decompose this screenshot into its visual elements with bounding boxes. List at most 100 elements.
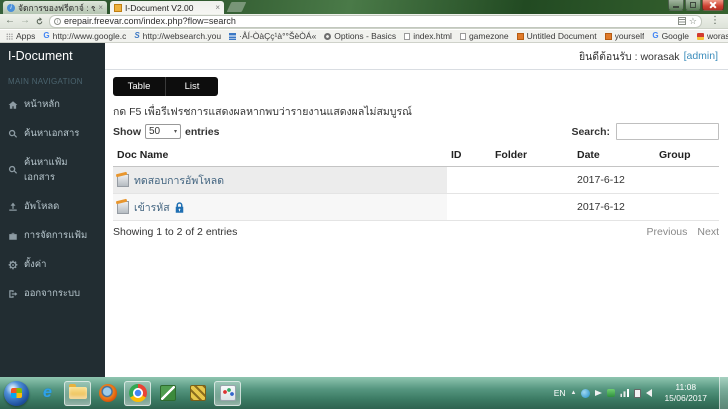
- clock-time: 11:08: [675, 382, 697, 393]
- sidebar-item-logout[interactable]: ออกจากระบบ: [0, 279, 105, 308]
- main-area: ยินดีต้อนรับ : worasak [admin] Table Lis…: [105, 43, 728, 377]
- folder-icon: [68, 384, 87, 399]
- taskbar-chrome-button[interactable]: [124, 380, 151, 406]
- apps-grid-icon: [6, 32, 13, 40]
- page-info-icon[interactable]: i: [54, 17, 61, 25]
- bookmark-item[interactable]: Options - Basics: [324, 31, 396, 41]
- bookmark-item[interactable]: Shttp://websearch.you: [134, 31, 221, 41]
- bookmark-item[interactable]: yourself: [604, 31, 644, 41]
- show-desktop-button[interactable]: [719, 377, 728, 409]
- sidebar-item-search-documents[interactable]: ค้นหาเอกสาร: [0, 119, 105, 148]
- browser-tab-active[interactable]: I-Document V2.00 ×: [110, 1, 224, 14]
- maximize-button[interactable]: [685, 0, 701, 11]
- taskbar-ie-button[interactable]: e: [34, 381, 61, 406]
- close-window-button[interactable]: [702, 0, 724, 11]
- taskbar-clock[interactable]: 11:08 15/06/2017: [657, 382, 714, 403]
- minimize-button[interactable]: [668, 0, 684, 11]
- speaker-icon[interactable]: [646, 389, 653, 397]
- url-text[interactable]: erepair.freevar.com/index.php?flow=searc…: [64, 16, 675, 26]
- screen: i จัดการของฟรีดาจ์ : ชุปภาพป × I-Documen…: [0, 0, 728, 409]
- power-plug-icon[interactable]: [634, 388, 642, 398]
- table-row: เข้ารหัส 2017-6-12: [113, 193, 719, 221]
- next-page-button[interactable]: Next: [697, 226, 719, 238]
- browser-tab-inactive[interactable]: i จัดการของฟรีดาจ์ : ชุปภาพป ×: [3, 1, 107, 14]
- sidebar-item-folder-management[interactable]: การจัดการแฟ้ม: [0, 221, 105, 250]
- close-tab-icon[interactable]: ×: [98, 3, 103, 12]
- translate-icon[interactable]: [677, 17, 686, 25]
- network-signal-icon[interactable]: [620, 389, 630, 397]
- chevron-down-icon: ▾: [173, 129, 177, 135]
- start-button[interactable]: [4, 380, 29, 406]
- search-control: Search:: [571, 123, 719, 140]
- table-controls: Show 50 ▾ entries Search:: [113, 123, 719, 140]
- entries-control: Show 50 ▾ entries: [113, 124, 219, 139]
- document-icon: [117, 173, 129, 187]
- column-header-id[interactable]: ID: [447, 145, 491, 167]
- sidebar-item-settings[interactable]: ตั้งค่า: [0, 250, 105, 279]
- zip-tool-icon: [189, 385, 206, 401]
- taskbar-explorer-button[interactable]: [64, 380, 91, 406]
- entries-select[interactable]: 50 ▾: [145, 124, 181, 139]
- clock-date: 15/06/2017: [664, 393, 707, 403]
- bookmark-item[interactable]: index.html: [404, 31, 452, 41]
- taskbar-firefox-button[interactable]: [94, 381, 121, 406]
- language-indicator[interactable]: EN: [554, 388, 566, 398]
- taskbar-editor-button[interactable]: [154, 381, 181, 406]
- forward-icon[interactable]: →: [20, 16, 30, 26]
- gears-icon: [8, 260, 18, 269]
- bookmark-item[interactable]: worasak.eu5.org / loc: [696, 31, 728, 41]
- document-link[interactable]: เข้ารหัส: [117, 199, 443, 216]
- bookmark-item[interactable]: G Google: [652, 31, 689, 41]
- bookmark-item[interactable]: Ghttp://www.google.c: [43, 31, 126, 41]
- google-favicon-icon: G: [652, 31, 659, 40]
- idocument-favicon-icon: [114, 3, 122, 12]
- taskbar-paint-button[interactable]: [214, 380, 241, 406]
- refresh-icon[interactable]: [35, 16, 44, 26]
- show-label: Show: [113, 125, 141, 138]
- tray-app-icon[interactable]: [581, 388, 591, 398]
- column-header-date[interactable]: Date: [573, 145, 655, 167]
- document-link[interactable]: ทดสอบการอัพโหลด: [117, 172, 443, 189]
- list-view-button[interactable]: List: [166, 77, 218, 96]
- bookmark-star-icon[interactable]: ☆: [689, 16, 697, 26]
- cell-date: 2017-6-12: [573, 166, 655, 194]
- address-bar[interactable]: i erepair.freevar.com/index.php?flow=sea…: [49, 14, 702, 28]
- browser-toolbar: ← → i erepair.freevar.com/index.php?flow…: [0, 14, 728, 29]
- back-icon[interactable]: ←: [5, 16, 15, 26]
- table-footer: Showing 1 to 2 of 2 entries Previous Nex…: [113, 226, 719, 238]
- table-view-button[interactable]: Table: [113, 77, 166, 96]
- sidebar-item-upload[interactable]: อัพโหลด: [0, 192, 105, 221]
- chrome-menu-icon[interactable]: ⋮: [707, 16, 723, 26]
- tray-green-icon[interactable]: [607, 389, 616, 397]
- search-icon: [8, 165, 18, 174]
- pagination: Previous Next: [647, 226, 719, 238]
- sidebar-item-home[interactable]: หน้าหลัก: [0, 90, 105, 119]
- apps-shortcut[interactable]: Apps: [6, 31, 35, 41]
- bookmark-item[interactable]: Untitled Document: [516, 31, 597, 41]
- previous-page-button[interactable]: Previous: [647, 226, 688, 238]
- new-tab-button[interactable]: [226, 2, 247, 12]
- tray-expand-icon[interactable]: ▲: [571, 390, 577, 396]
- app-brand: I-Document: [8, 49, 73, 63]
- action-center-flag-icon[interactable]: [595, 390, 603, 396]
- search-input[interactable]: [616, 123, 719, 140]
- cell-id: [447, 166, 491, 194]
- bookmark-item[interactable]: ·ÅÍ-ÒàÇç¹à°°ŠèÒÁ«: [229, 31, 316, 41]
- column-header-doc-name[interactable]: Doc Name: [113, 145, 447, 167]
- bookmark-item[interactable]: gamezone: [459, 31, 509, 41]
- sidebar-item-search-folders[interactable]: ค้นหาแฟ้มเอกสาร: [0, 148, 105, 192]
- document-icon: [117, 200, 129, 214]
- tab-title: I-Document V2.00: [125, 2, 194, 13]
- google-favicon-icon: G: [43, 31, 50, 40]
- column-header-folder[interactable]: Folder: [491, 145, 573, 167]
- column-header-group[interactable]: Group: [655, 145, 719, 167]
- system-tray: EN ▲ 11:08 15/06/2017: [554, 377, 728, 409]
- taskbar-zip-button[interactable]: [184, 381, 211, 406]
- close-tab-icon[interactable]: ×: [215, 3, 220, 12]
- tab-title: จัดการของฟรีดาจ์ : ชุปภาพป: [18, 2, 96, 13]
- admin-link[interactable]: [admin]: [684, 50, 718, 62]
- sign-out-icon: [9, 289, 18, 298]
- content-panel: Table List กด F5 เพื่อรีเฟรชการแสดงผลหาก…: [105, 70, 728, 238]
- text-editor-icon: [159, 385, 176, 401]
- page-viewport: I-Document MAIN NAVIGATION หน้าหลัก ค้นห…: [0, 43, 728, 377]
